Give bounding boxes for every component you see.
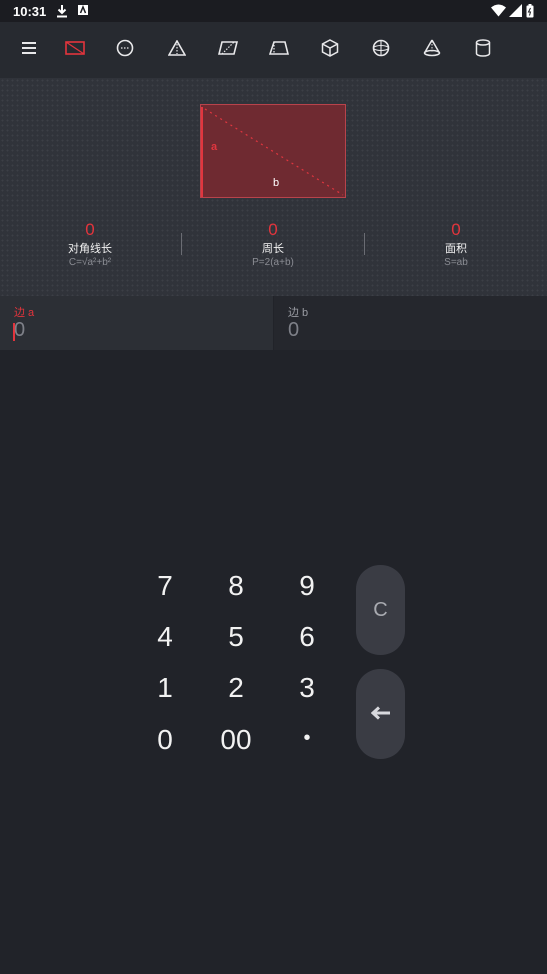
clear-button-label: C (373, 598, 388, 621)
result-formula: C=√a²+b² (68, 257, 112, 268)
side-b-label: b (273, 177, 280, 189)
backspace-arrow-icon (370, 703, 391, 726)
cone-icon (423, 39, 441, 62)
sphere-icon (372, 39, 390, 62)
key-00[interactable]: 00 (206, 718, 266, 762)
shape-tab-sphere[interactable] (367, 36, 395, 64)
key-8[interactable]: 8 (206, 564, 266, 608)
side-a-field[interactable]: 边 a 0 (0, 296, 273, 350)
signal-icon (509, 4, 522, 20)
backspace-button[interactable] (356, 669, 405, 759)
result-name: 周长 (262, 243, 284, 255)
result-formula: P=2(a+b) (252, 257, 294, 268)
trapezoid-icon (268, 40, 290, 60)
clear-button[interactable]: C (356, 565, 405, 655)
result-formula: S=ab (444, 257, 468, 268)
app-notification-icon (77, 4, 89, 19)
key-0[interactable]: 0 (135, 718, 195, 762)
side-b-field[interactable]: 边 b 0 (274, 296, 547, 350)
menu-icon (21, 41, 37, 60)
result-name: 面积 (445, 243, 467, 255)
cube-icon (321, 38, 339, 62)
battery-icon (526, 4, 534, 21)
shape-tab-circle[interactable] (111, 36, 139, 64)
triangle-icon (167, 38, 187, 61)
cylinder-icon (475, 38, 491, 62)
result-name: 对角线长 (68, 243, 112, 255)
result-area: 0 面积 S=ab (396, 220, 516, 269)
result-value: 0 (268, 220, 278, 239)
result-value: 0 (451, 220, 461, 239)
key-4[interactable]: 4 (135, 615, 195, 659)
status-time: 10:31 (13, 4, 47, 19)
key-2[interactable]: 2 (206, 666, 266, 710)
rectangle-figure: a b (200, 104, 346, 198)
shape-tab-cone[interactable] (418, 36, 446, 64)
side-a-value: 0 (14, 319, 26, 341)
key-7[interactable]: 7 (135, 564, 195, 608)
shape-tab-cylinder[interactable] (469, 36, 497, 64)
result-diagonal: 0 对角线长 C=√a²+b² (30, 220, 150, 269)
key-1[interactable]: 1 (135, 666, 195, 710)
figure-panel: a b 0 对角线长 C=√a²+b² 0 周长 P=2(a+b) 0 面积 S… (0, 78, 547, 296)
shape-tab-cube[interactable] (316, 36, 344, 64)
side-b-field-label: 边 b (288, 307, 309, 319)
shape-tab-rectangle[interactable] (61, 36, 89, 64)
shape-tab-parallelogram[interactable] (214, 36, 242, 64)
key-5[interactable]: 5 (206, 615, 266, 659)
key-3[interactable]: 3 (277, 666, 337, 710)
shape-tab-trapezoid[interactable] (265, 36, 293, 64)
result-value: 0 (85, 220, 95, 239)
menu-button[interactable] (15, 36, 43, 64)
circle-icon (116, 39, 134, 62)
side-a-field-label: 边 a (14, 307, 35, 319)
status-bar: 10:31 (0, 0, 547, 22)
download-icon (56, 4, 68, 21)
divider (364, 233, 365, 255)
shape-toolbar (0, 22, 547, 78)
key-6[interactable]: 6 (277, 615, 337, 659)
key-decimal-point[interactable]: • (277, 716, 337, 760)
shape-tab-triangle[interactable] (163, 36, 191, 64)
result-perimeter: 0 周长 P=2(a+b) (213, 220, 333, 269)
side-a-label: a (211, 141, 218, 153)
key-9[interactable]: 9 (277, 564, 337, 608)
wifi-icon (491, 4, 506, 20)
parallelogram-icon (217, 40, 239, 60)
rectangle-icon (65, 40, 85, 60)
side-b-value: 0 (288, 319, 300, 341)
divider (181, 233, 182, 255)
